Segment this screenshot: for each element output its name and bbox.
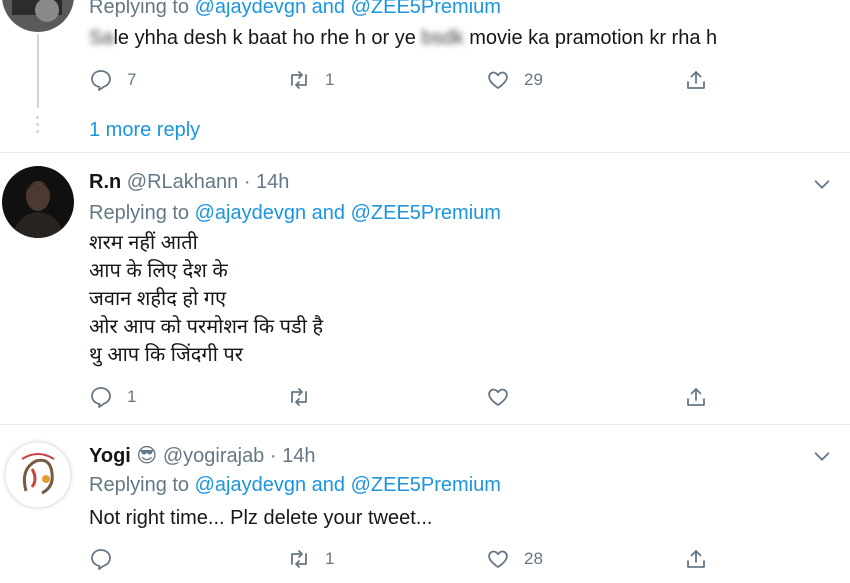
tweet-actions: 1 28	[89, 544, 729, 574]
like-button[interactable]: 29	[486, 65, 543, 95]
reply-button[interactable]: 1	[89, 382, 136, 412]
user-handle[interactable]: @yogirajab	[163, 445, 264, 467]
like-button[interactable]	[486, 382, 524, 412]
share-icon	[687, 71, 705, 89]
share-button[interactable]	[684, 65, 722, 95]
timestamp[interactable]: · 14h	[244, 171, 290, 193]
mention-ajaydevgn[interactable]: @ajaydevgn	[195, 474, 306, 496]
blurred-word: bsdk	[421, 27, 464, 49]
reply-button[interactable]: 7	[89, 65, 136, 95]
tweet-line: शरम नहीं आती	[89, 232, 198, 254]
avatar-image	[2, 0, 74, 32]
thread-line	[37, 34, 39, 108]
like-button[interactable]: 28	[486, 544, 543, 574]
reply-count: 1	[127, 387, 137, 406]
timestamp[interactable]: · 14h	[270, 445, 316, 467]
tweet-text: शरम नहीं आती आप के लिए देश के जवान शहीद …	[89, 229, 323, 369]
tweet-text: Not right time... Plz delete your tweet.…	[89, 507, 433, 529]
reply-button[interactable]	[89, 544, 127, 574]
replying-prefix: Replying to	[89, 0, 190, 18]
mention-and: and	[311, 202, 346, 224]
avatar-image	[2, 439, 74, 511]
reply-icon	[91, 387, 111, 408]
replying-to: Replying to @ajaydevgn and @ZEE5Premium	[89, 0, 501, 19]
like-count: 29	[524, 70, 543, 89]
avatar[interactable]	[2, 439, 74, 511]
sunglasses-emoji: 😎	[136, 445, 158, 467]
retweet-button[interactable]: 1	[287, 544, 334, 574]
heart-icon	[488, 71, 508, 89]
blurred-word: Sa	[89, 27, 114, 49]
tweet-text-part: le yhha desh k baat ho rhe h or ye	[113, 27, 416, 49]
mention-zee5premium[interactable]: @ZEE5Premium	[351, 474, 501, 496]
avatar[interactable]	[2, 0, 74, 32]
tweet-text-part: movie ka pramotion kr rha h	[469, 27, 718, 49]
reply-icon	[91, 549, 111, 570]
tweet-header: Yogi 😎 @yogirajab · 14h	[89, 443, 315, 468]
mention-and: and	[311, 0, 346, 18]
display-name[interactable]: R.n	[89, 171, 121, 193]
heart-icon	[488, 388, 508, 406]
display-name[interactable]: Yogi	[89, 445, 131, 467]
mention-ajaydevgn[interactable]: @ajaydevgn	[195, 202, 306, 224]
share-icon	[687, 550, 705, 568]
tweet-text: Sale yhha desh k baat ho rhe h or ye bsd…	[89, 24, 717, 52]
retweet-icon	[291, 71, 307, 89]
mention-and: and	[311, 474, 346, 496]
tweet-1[interactable]: Replying to @ajaydevgn and @ZEE5Premium …	[0, 0, 850, 152]
avatar-image	[2, 166, 74, 238]
tweet-actions: 1	[89, 382, 729, 412]
avatar[interactable]	[2, 166, 74, 238]
mention-zee5premium[interactable]: @ZEE5Premium	[351, 202, 501, 224]
reply-count: 7	[127, 70, 137, 89]
tweet-line: ओर आप को परमोशन कि पडी है	[89, 316, 324, 338]
chevron-down-icon[interactable]	[811, 173, 833, 195]
retweet-count: 1	[325, 549, 335, 568]
retweet-button[interactable]: 1	[287, 65, 334, 95]
user-handle[interactable]: @RLakhann	[127, 171, 238, 193]
reply-icon	[91, 70, 111, 91]
like-count: 28	[524, 549, 543, 568]
heart-icon	[488, 550, 508, 568]
replying-prefix: Replying to	[89, 202, 190, 224]
tweet-2[interactable]: R.n @RLakhann · 14h Replying to @ajaydev…	[0, 153, 850, 423]
share-icon	[687, 388, 705, 406]
tweet-line: थु आप कि जिंदगी पर	[89, 344, 243, 366]
more-replies-link[interactable]: 1 more reply	[89, 119, 200, 142]
retweet-icon	[291, 550, 307, 568]
mention-zee5premium[interactable]: @ZEE5Premium	[351, 0, 501, 18]
tweet-actions: 7 1 29	[89, 65, 729, 95]
tweet-line: जवान शहीद हो गए	[89, 288, 227, 310]
retweet-icon	[291, 388, 307, 406]
retweet-count: 1	[325, 70, 335, 89]
tweet-header: R.n @RLakhann · 14h	[89, 171, 289, 194]
tweet-line: आप के लिए देश के	[89, 260, 228, 282]
replying-to: Replying to @ajaydevgn and @ZEE5Premium	[89, 202, 501, 225]
tweet-3[interactable]: Yogi 😎 @yogirajab · 14h Replying to @aja…	[0, 425, 850, 583]
thread-dots	[36, 116, 40, 137]
chevron-down-icon[interactable]	[811, 445, 833, 467]
retweet-button[interactable]	[287, 382, 325, 412]
share-button[interactable]	[684, 382, 722, 412]
mention-ajaydevgn[interactable]: @ajaydevgn	[195, 0, 306, 18]
replying-to: Replying to @ajaydevgn and @ZEE5Premium	[89, 474, 501, 497]
share-button[interactable]	[684, 544, 722, 574]
replying-prefix: Replying to	[89, 474, 190, 496]
